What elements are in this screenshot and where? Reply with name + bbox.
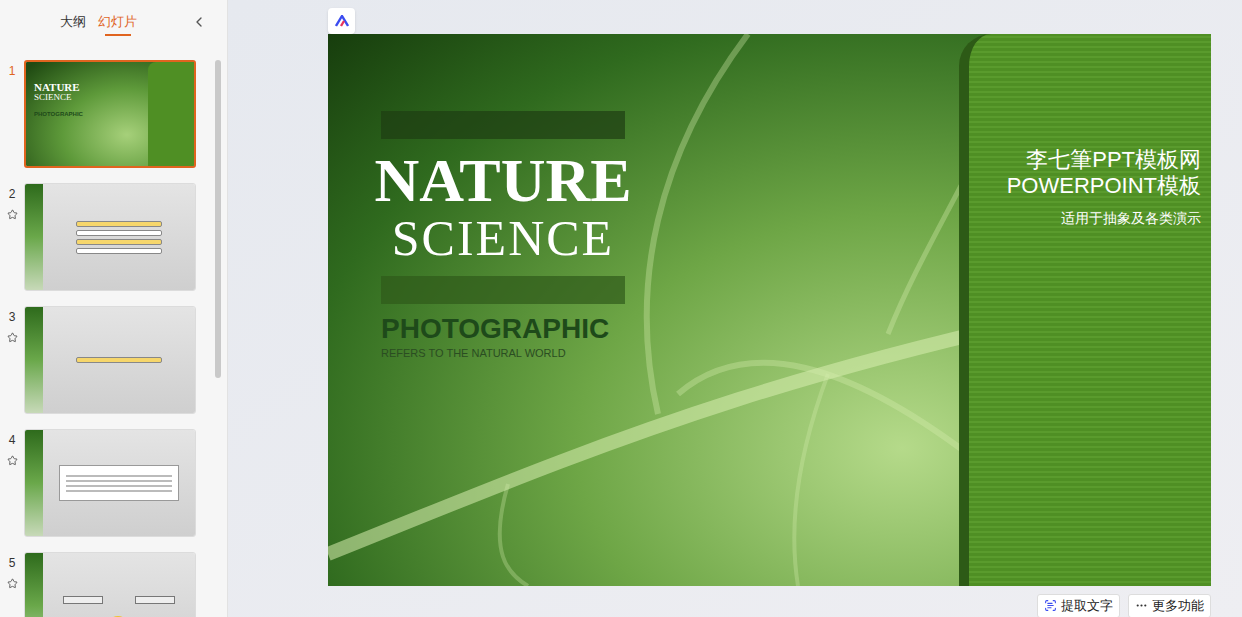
side-panel: 李七筆PPT模板网POWERPOINT模板适用于抽象及各类演示 (959, 34, 1211, 586)
side-heading: POWERPOINT模板 (1007, 173, 1201, 199)
star-icon (7, 578, 18, 589)
scrollbar[interactable] (215, 60, 221, 378)
sidebar-tab[interactable]: 幻灯片 (98, 8, 137, 37)
app: 大纲幻灯片 1NATURESCIENCEPHOTOGRAPHIC 2 3 4 5 NATUR… (0, 0, 1242, 617)
collapse-icon[interactable] (191, 14, 207, 30)
sidebar: 大纲幻灯片 1NATURESCIENCEPHOTOGRAPHIC 2 3 4 5 (0, 0, 228, 617)
star-icon (7, 209, 18, 220)
sidebar-header: 大纲幻灯片 (0, 0, 227, 44)
slide-thumbnail-row[interactable]: 2 (0, 183, 215, 291)
thumbnail-title: NATURESCIENCEPHOTOGRAPHIC (26, 62, 194, 166)
star-icon (7, 332, 18, 343)
slide-thumbnail-row[interactable]: 3 (0, 306, 215, 414)
side-heading: 李七筆PPT模板网 (1026, 147, 1201, 173)
side-note: 适用于抽象及各类演示 (1061, 208, 1201, 229)
more-icon (1135, 599, 1148, 612)
extract-button[interactable]: 提取文字 (1037, 594, 1120, 617)
more-button[interactable]: 更多功能 (1128, 594, 1211, 617)
slide-thumbnail-row[interactable]: 1NATURESCIENCEPHOTOGRAPHIC (0, 60, 215, 168)
slide-list: 1NATURESCIENCEPHOTOGRAPHIC 2 3 4 5 (0, 44, 215, 617)
thumbnail-list (25, 184, 195, 290)
thumbnail-single (25, 307, 195, 413)
title-bar (381, 276, 625, 304)
slide-title: NATURESCIENCE (381, 139, 625, 276)
slide-subtitle: PHOTOGRAPHIC (381, 314, 959, 345)
app-logo-icon[interactable] (328, 8, 355, 34)
slide-tagline: REFERS TO THE NATURAL WORLD (381, 345, 959, 362)
sidebar-tab[interactable]: 大纲 (60, 8, 86, 37)
star-icon (7, 455, 18, 466)
main-area: NATURESCIENCE PHOTOGRAPHICREFERS TO THE N… (228, 0, 1242, 617)
slide-canvas: NATURESCIENCE PHOTOGRAPHICREFERS TO THE N… (328, 34, 1211, 586)
slide-thumbnail-row[interactable]: 4 (0, 429, 215, 537)
title-bar (381, 111, 625, 139)
slide-thumbnail-row[interactable]: 5 (0, 552, 215, 617)
thumbnail-diagram (25, 553, 195, 617)
thumbnail-text (25, 430, 195, 536)
bottom-toolbar: 提取文字更多功能 (328, 586, 1211, 617)
extract-text-icon (1044, 599, 1057, 612)
